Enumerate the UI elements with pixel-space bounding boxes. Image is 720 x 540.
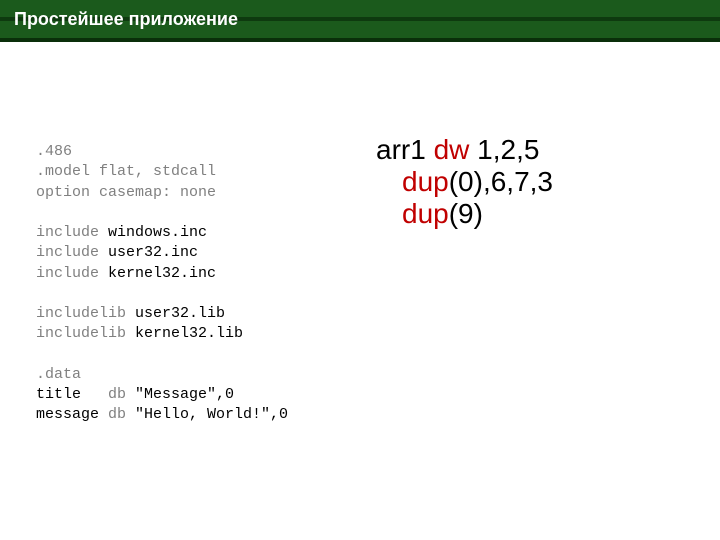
code-line: include user32.inc xyxy=(36,243,366,263)
code-line: title db "Message",0 xyxy=(36,385,366,405)
code-line: includelib kernel32.lib xyxy=(36,324,366,344)
code-line: include kernel32.inc xyxy=(36,264,366,284)
code-line: .486 xyxy=(36,142,366,162)
content-area: .486 .model flat, stdcall option casemap… xyxy=(0,42,720,426)
code-blank xyxy=(36,284,366,304)
code-line: include windows.inc xyxy=(36,223,366,243)
code-line: .model flat, stdcall xyxy=(36,162,366,182)
page-title: Простейшее приложение xyxy=(14,9,238,30)
code-line: option casemap: none xyxy=(36,183,366,203)
header-bar: Простейшее приложение xyxy=(0,0,720,42)
code-blank xyxy=(36,345,366,365)
code-line: includelib user32.lib xyxy=(36,304,366,324)
decl-line: dup(0),6,7,3 xyxy=(376,166,700,198)
code-line: message db "Hello, World!",0 xyxy=(36,405,366,425)
assembly-code-block: .486 .model flat, stdcall option casemap… xyxy=(36,142,366,426)
code-line: .data xyxy=(36,365,366,385)
code-blank xyxy=(36,203,366,223)
array-declaration: arr1 dw 1,2,5 dup(0),6,7,3 dup(9) xyxy=(366,134,700,426)
decl-line: arr1 dw 1,2,5 xyxy=(376,134,700,166)
decl-line: dup(9) xyxy=(376,198,700,230)
